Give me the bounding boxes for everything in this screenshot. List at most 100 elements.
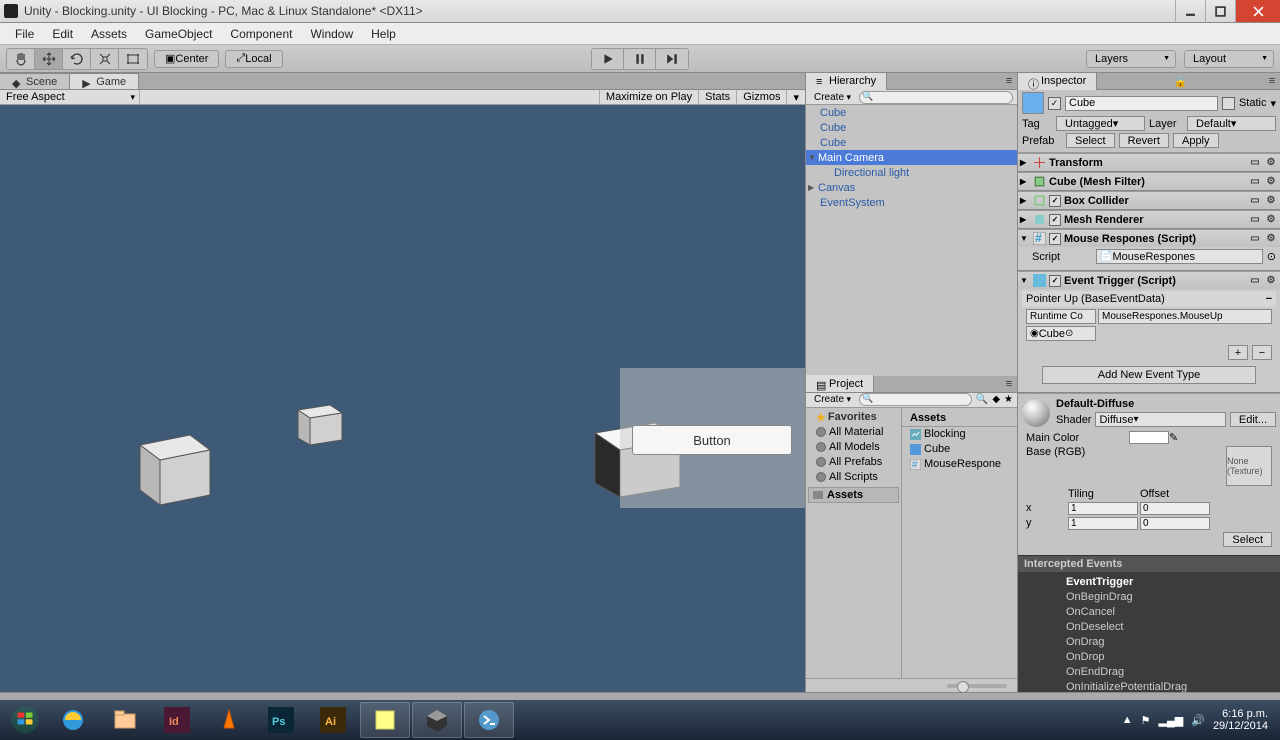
layout-dropdown[interactable]: Layout bbox=[1184, 50, 1274, 68]
window-maximize[interactable] bbox=[1205, 0, 1235, 22]
window-close[interactable] bbox=[1235, 0, 1280, 22]
prefab-apply[interactable]: Apply bbox=[1173, 133, 1219, 148]
add-event-type-button[interactable]: Add New Event Type bbox=[1042, 366, 1256, 384]
texture-slot[interactable]: None (Texture) bbox=[1226, 446, 1272, 486]
gear-icon[interactable]: ⚙ bbox=[1264, 175, 1278, 189]
main-color-swatch[interactable] bbox=[1129, 431, 1169, 444]
scale-tool[interactable] bbox=[91, 49, 119, 69]
event-runtime-dropdown[interactable]: Runtime Co bbox=[1026, 309, 1096, 324]
favorites-header[interactable]: ★Favorites bbox=[806, 410, 901, 425]
inspector-lock[interactable]: 🔒 bbox=[1173, 75, 1189, 88]
event-add[interactable]: + bbox=[1228, 345, 1248, 360]
eventtrigger-enabled-checkbox[interactable]: ✓ bbox=[1049, 275, 1061, 287]
search-label-icon[interactable]: ★ bbox=[1004, 394, 1013, 405]
window-minimize[interactable] bbox=[1175, 0, 1205, 22]
active-checkbox[interactable]: ✓ bbox=[1048, 97, 1061, 110]
taskbar-vlc[interactable] bbox=[204, 702, 254, 738]
component-meshfilter[interactable]: ▶Cube (Mesh Filter)▭⚙ bbox=[1018, 173, 1280, 190]
taskbar-indesign[interactable]: Id bbox=[152, 702, 202, 738]
search-type-icon[interactable]: ◆ bbox=[992, 394, 1000, 405]
prefab-select[interactable]: Select bbox=[1066, 133, 1115, 148]
hierarchy-options[interactable]: ≡ bbox=[1001, 75, 1017, 87]
taskbar-explorer[interactable] bbox=[100, 702, 150, 738]
renderer-enabled-checkbox[interactable]: ✓ bbox=[1049, 214, 1061, 226]
taskbar-photoshop[interactable]: Ps bbox=[256, 702, 306, 738]
tab-scene[interactable]: ◆Scene bbox=[0, 73, 70, 89]
component-mousescript[interactable]: ▼#✓Mouse Respones (Script)▭⚙ bbox=[1018, 230, 1280, 247]
pause-button[interactable] bbox=[624, 49, 656, 69]
inspector-options[interactable]: ≡ bbox=[1264, 75, 1280, 87]
event-remove[interactable]: − bbox=[1266, 293, 1272, 305]
project-search[interactable] bbox=[859, 393, 972, 406]
fav-item[interactable]: All Scripts bbox=[806, 470, 901, 485]
tray-volume-icon[interactable]: 🔊 bbox=[1191, 714, 1205, 727]
asset-item[interactable]: Blocking bbox=[902, 427, 1017, 442]
hierarchy-item[interactable]: ▶Canvas bbox=[806, 180, 1017, 195]
component-eventtrigger[interactable]: ▼✓Event Trigger (Script)▭⚙ bbox=[1018, 272, 1280, 289]
help-icon[interactable]: ▭ bbox=[1248, 274, 1262, 288]
hand-tool[interactable] bbox=[7, 49, 35, 69]
pivot-local[interactable]: ⤢ Local bbox=[225, 50, 282, 68]
static-dropdown-icon[interactable]: ▾ bbox=[1270, 97, 1276, 110]
eyedropper-icon[interactable]: ✎ bbox=[1169, 431, 1272, 444]
offset-y-input[interactable] bbox=[1140, 517, 1210, 530]
component-boxcollider[interactable]: ▶✓Box Collider▭⚙ bbox=[1018, 192, 1280, 209]
fav-item[interactable]: All Models bbox=[806, 440, 901, 455]
gear-icon[interactable]: ⚙ bbox=[1264, 274, 1278, 288]
menu-edit[interactable]: Edit bbox=[43, 27, 82, 41]
event-remove-list[interactable]: − bbox=[1252, 345, 1272, 360]
layer-dropdown[interactable]: Default ▾ bbox=[1187, 116, 1276, 131]
project-options[interactable]: ≡ bbox=[1001, 378, 1017, 390]
step-button[interactable] bbox=[656, 49, 688, 69]
event-function-dropdown[interactable]: MouseRespones.MouseUp bbox=[1098, 309, 1272, 324]
tray-network-icon[interactable]: ▂▄▆ bbox=[1159, 714, 1184, 727]
inspector-tab[interactable]: ⓘInspector bbox=[1018, 73, 1097, 90]
gizmos-arrow[interactable]: ▾ bbox=[786, 90, 805, 104]
texture-select-button[interactable]: Select bbox=[1223, 532, 1272, 547]
prefab-revert[interactable]: Revert bbox=[1119, 133, 1169, 148]
play-button[interactable] bbox=[592, 49, 624, 69]
help-icon[interactable]: ▭ bbox=[1248, 156, 1262, 170]
stats-toggle[interactable]: Stats bbox=[698, 90, 736, 104]
menu-help[interactable]: Help bbox=[362, 27, 405, 41]
project-create[interactable]: Create bbox=[810, 394, 855, 405]
taskbar-ie[interactable] bbox=[48, 702, 98, 738]
hierarchy-tab[interactable]: ≡Hierarchy bbox=[806, 73, 887, 90]
gizmos-toggle[interactable]: Gizmos bbox=[736, 90, 786, 104]
menu-assets[interactable]: Assets bbox=[82, 27, 136, 41]
asset-item[interactable]: Cube bbox=[902, 442, 1017, 457]
menu-gameobject[interactable]: GameObject bbox=[136, 27, 221, 41]
hierarchy-item[interactable]: Cube bbox=[806, 105, 1017, 120]
help-icon[interactable]: ▭ bbox=[1248, 213, 1262, 227]
rect-tool[interactable] bbox=[119, 49, 147, 69]
static-checkbox[interactable] bbox=[1222, 97, 1235, 110]
project-tab[interactable]: ▤Project bbox=[806, 375, 874, 392]
menu-file[interactable]: File bbox=[6, 27, 43, 41]
tray-arrow-icon[interactable]: ▲ bbox=[1122, 714, 1133, 726]
offset-x-input[interactable] bbox=[1140, 502, 1210, 515]
taskbar-illustrator[interactable]: Ai bbox=[308, 702, 358, 738]
taskbar-notes[interactable] bbox=[360, 702, 410, 738]
tray-date[interactable]: 29/12/2014 bbox=[1213, 720, 1268, 732]
fav-item[interactable]: All Material bbox=[806, 425, 901, 440]
hierarchy-item[interactable]: Cube bbox=[806, 120, 1017, 135]
taskbar-unity[interactable] bbox=[412, 702, 462, 738]
ui-button[interactable]: Button bbox=[632, 425, 792, 455]
hierarchy-item[interactable]: EventSystem bbox=[806, 195, 1017, 210]
hierarchy-item[interactable]: Cube bbox=[806, 135, 1017, 150]
tray-time[interactable]: 6:16 p.m. bbox=[1213, 708, 1268, 720]
gear-icon[interactable]: ⚙ bbox=[1264, 232, 1278, 246]
move-tool[interactable] bbox=[35, 49, 63, 69]
menu-component[interactable]: Component bbox=[221, 27, 301, 41]
help-icon[interactable]: ▭ bbox=[1248, 232, 1262, 246]
gameobject-icon[interactable] bbox=[1022, 92, 1044, 114]
pivot-center[interactable]: ▣ Center bbox=[154, 50, 219, 68]
assets-folder[interactable]: Assets bbox=[808, 487, 899, 503]
hierarchy-item[interactable]: ▼Main Camera bbox=[806, 150, 1017, 165]
gear-icon[interactable]: ⚙ bbox=[1264, 213, 1278, 227]
menu-window[interactable]: Window bbox=[301, 27, 362, 41]
search-filter-icon[interactable]: 🔍 bbox=[976, 394, 988, 405]
component-meshrenderer[interactable]: ▶✓Mesh Renderer▭⚙ bbox=[1018, 211, 1280, 228]
help-icon[interactable]: ▭ bbox=[1248, 194, 1262, 208]
fav-item[interactable]: All Prefabs bbox=[806, 455, 901, 470]
